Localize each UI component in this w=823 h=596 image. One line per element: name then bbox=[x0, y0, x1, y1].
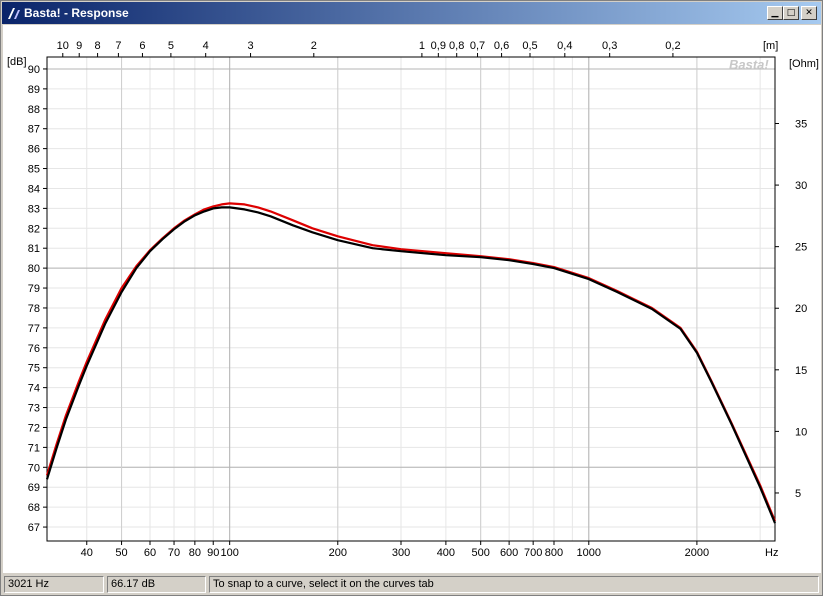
x-tick-label: 1000 bbox=[577, 547, 601, 559]
x-tick-label: 2000 bbox=[685, 547, 709, 559]
y-tick-label: 86 bbox=[28, 144, 40, 156]
y-tick-label: 78 bbox=[28, 303, 40, 315]
title-bar[interactable]: Basta! - Response ▁ □ ✕ bbox=[2, 2, 821, 24]
y2-tick-label: 35 bbox=[795, 119, 807, 131]
close-icon: ✕ bbox=[805, 8, 813, 18]
x-tick-label: 800 bbox=[545, 547, 563, 559]
x2-tick-label: 0,4 bbox=[557, 40, 572, 52]
y-tick-label: 88 bbox=[28, 104, 40, 116]
minimize-button[interactable]: ▁ bbox=[767, 6, 783, 20]
x-tick-label: 600 bbox=[500, 547, 518, 559]
x-axis-top: 10 9 8 7 6 5 4 3 2 1 0,9 0,8 0,7 0,6 0,5 0,4 0,3 0,2 bbox=[57, 40, 681, 57]
series-layer bbox=[45, 202, 777, 524]
y-tick-label: 72 bbox=[28, 422, 40, 434]
y-tick-label: 67 bbox=[28, 522, 40, 534]
x-axis-bottom: 40 50 60 70 80 90 100 200 300 400 500 600 700 800 1000… bbox=[81, 541, 709, 559]
y2-tick-label: 10 bbox=[795, 426, 807, 438]
x2-axis-label: [m] bbox=[763, 40, 778, 52]
y2-axis-label: [Ohm] bbox=[789, 58, 819, 70]
x2-tick-label: 1 bbox=[419, 40, 425, 52]
x-tick-label: 200 bbox=[329, 547, 347, 559]
x2-tick-label: 2 bbox=[311, 40, 317, 52]
y-tick-label: 75 bbox=[28, 363, 40, 375]
x-tick-label: 400 bbox=[437, 547, 455, 559]
y-axis-label: [dB] bbox=[7, 56, 27, 68]
x2-tick-label: 9 bbox=[76, 40, 82, 52]
y2-tick-label: 15 bbox=[795, 365, 807, 377]
y-tick-label: 69 bbox=[28, 482, 40, 494]
y2-tick-label: 5 bbox=[795, 488, 801, 500]
x2-tick-label: 8 bbox=[95, 40, 101, 52]
window-title: Basta! - Response bbox=[24, 6, 129, 20]
x-axis-label: Hz bbox=[765, 547, 778, 559]
y-tick-label: 84 bbox=[28, 183, 40, 195]
x2-tick-label: 0,3 bbox=[602, 40, 617, 52]
x2-tick-label: 0,7 bbox=[470, 40, 485, 52]
y-tick-label: 81 bbox=[28, 243, 40, 255]
x2-tick-label: 0,2 bbox=[665, 40, 680, 52]
y-tick-label: 73 bbox=[28, 403, 40, 415]
x-tick-label: 40 bbox=[81, 547, 93, 559]
y-tick-label: 71 bbox=[28, 442, 40, 454]
y2-tick-label: 20 bbox=[795, 303, 807, 315]
y-tick-label: 80 bbox=[28, 263, 40, 275]
x-tick-label: 80 bbox=[189, 547, 201, 559]
x-tick-label: 50 bbox=[115, 547, 127, 559]
y-tick-label: 82 bbox=[28, 223, 40, 235]
y-tick-label: 70 bbox=[28, 462, 40, 474]
grid-minor bbox=[47, 57, 775, 541]
status-bar: 3021 Hz 66.17 dB To snap to a curve, sel… bbox=[3, 575, 821, 595]
y-tick-label: 68 bbox=[28, 502, 40, 514]
x-tick-label: 70 bbox=[168, 547, 180, 559]
response-chart[interactable]: 6768697071727374757677787980818283848586… bbox=[3, 25, 821, 573]
maximize-icon: □ bbox=[786, 8, 796, 18]
plot-frame bbox=[46, 56, 776, 542]
x2-tick-label: 0,6 bbox=[494, 40, 509, 52]
x-tick-label: 90 bbox=[207, 547, 219, 559]
x2-tick-label: 0,8 bbox=[449, 40, 464, 52]
series-line-2 bbox=[45, 206, 777, 524]
y-tick-label: 77 bbox=[28, 323, 40, 335]
status-frequency: 3021 Hz bbox=[4, 576, 104, 593]
watermark: Basta! bbox=[729, 57, 769, 72]
y-tick-label: 87 bbox=[28, 124, 40, 136]
y-tick-label: 76 bbox=[28, 343, 40, 355]
status-hint: To snap to a curve, select it on the cur… bbox=[209, 576, 819, 593]
x-tick-label: 700 bbox=[524, 547, 542, 559]
x2-tick-label: 6 bbox=[139, 40, 145, 52]
y-tick-label: 79 bbox=[28, 283, 40, 295]
x2-tick-label: 5 bbox=[168, 40, 174, 52]
minimize-icon: ▁ bbox=[771, 8, 779, 18]
x-tick-label: 500 bbox=[472, 547, 490, 559]
x2-tick-label: 10 bbox=[57, 40, 69, 52]
y-tick-label: 74 bbox=[28, 383, 40, 395]
y-axis-left: 67 68 69 70 71 72 73 74 75 76 77 78 79 80 81 82 83 84 85 86… bbox=[28, 64, 47, 534]
response-window: Basta! - Response ▁ □ ✕ 67 68 69 70 71 72 73 74… bbox=[0, 0, 823, 596]
x-tick-label: 300 bbox=[392, 547, 410, 559]
x2-tick-label: 7 bbox=[115, 40, 121, 52]
y-tick-label: 89 bbox=[28, 84, 40, 96]
y-tick-label: 85 bbox=[28, 164, 40, 176]
status-level: 66.17 dB bbox=[107, 576, 206, 593]
y2-tick-label: 25 bbox=[795, 242, 807, 254]
chart-area[interactable]: 67 68 69 70 71 72 73 74 75 76 77 78 79 80 81 82 83 84 85 86… bbox=[3, 25, 821, 573]
y2-tick-label: 30 bbox=[795, 180, 807, 192]
grid-major bbox=[47, 57, 775, 541]
x2-tick-label: 4 bbox=[203, 40, 209, 52]
x2-tick-label: 0,5 bbox=[522, 40, 537, 52]
close-button[interactable]: ✕ bbox=[801, 6, 817, 20]
basta-app-icon bbox=[8, 8, 20, 19]
maximize-button[interactable]: □ bbox=[783, 6, 799, 20]
x2-tick-label: 3 bbox=[247, 40, 253, 52]
y-axis-right: 5 10 15 20 25 30 35 bbox=[775, 119, 807, 500]
x-tick-label: 100 bbox=[220, 547, 238, 559]
x-tick-label: 60 bbox=[144, 547, 156, 559]
x2-tick-label: 0,9 bbox=[431, 40, 446, 52]
y-tick-label: 83 bbox=[28, 203, 40, 215]
y-tick-label: 90 bbox=[28, 64, 40, 76]
